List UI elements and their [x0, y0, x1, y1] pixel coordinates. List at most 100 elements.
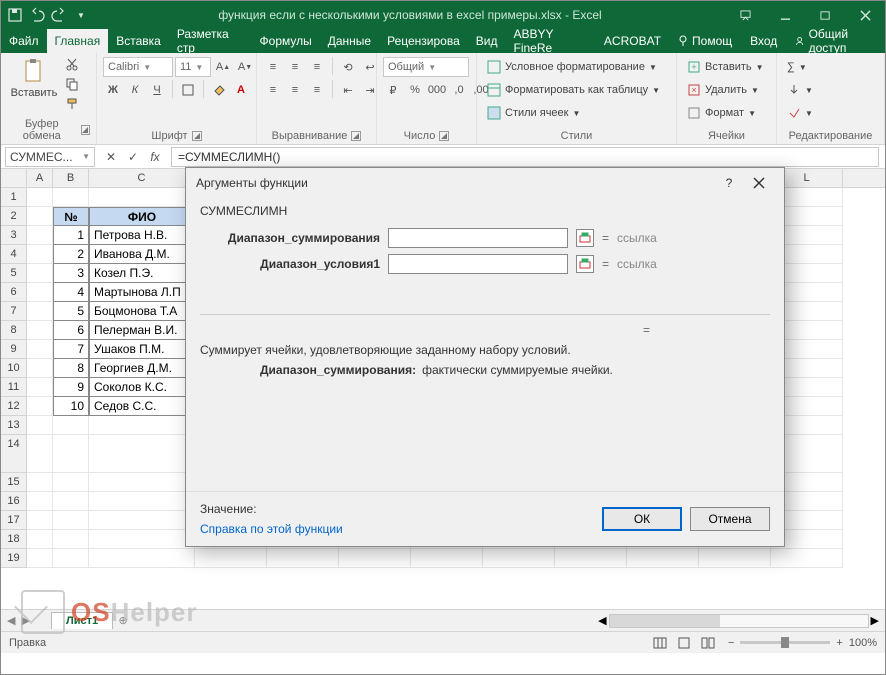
formula-input[interactable]: =СУММЕСЛИМН(): [171, 147, 879, 167]
cut-icon[interactable]: [65, 57, 79, 74]
dialog-cancel-button[interactable]: Отмена: [690, 507, 770, 531]
grow-font-icon[interactable]: A▲: [213, 57, 233, 77]
row-header[interactable]: 11: [1, 378, 27, 397]
tab-review[interactable]: Рецензирова: [379, 29, 468, 53]
font-dialog-icon[interactable]: [192, 131, 202, 141]
save-icon[interactable]: [7, 7, 23, 23]
zoom-out-icon[interactable]: −: [728, 637, 734, 649]
accept-formula-icon[interactable]: ✓: [123, 147, 143, 167]
row-header[interactable]: 5: [1, 264, 27, 283]
align-center-icon[interactable]: ≡: [285, 80, 305, 100]
sheet-next-icon[interactable]: ▶: [21, 614, 29, 627]
table-cell-name[interactable]: Петрова Н.В.: [89, 226, 195, 245]
table-cell-name[interactable]: Седов С.С.: [89, 397, 195, 416]
tab-acrobat[interactable]: ACROBAT: [596, 29, 669, 53]
table-cell-num[interactable]: 5: [53, 302, 89, 321]
align-middle-icon[interactable]: ≡: [285, 57, 305, 77]
tab-file[interactable]: Файл: [1, 29, 47, 53]
view-layout-icon[interactable]: [674, 635, 694, 651]
cell-styles-button[interactable]: Стили ячеек ▼: [487, 103, 660, 123]
row-header[interactable]: 2: [1, 207, 27, 226]
dialog-help-icon[interactable]: ?: [714, 168, 744, 198]
fx-icon[interactable]: fx: [145, 147, 165, 167]
name-box[interactable]: СУММЕС...▼: [5, 147, 95, 167]
minimize-icon[interactable]: [765, 1, 805, 29]
dialog-help-link[interactable]: Справка по этой функции: [200, 522, 343, 536]
table-cell-name[interactable]: Боцмонова Т.А: [89, 302, 195, 321]
bold-button[interactable]: Ж: [103, 80, 123, 100]
dec-inc-icon[interactable]: ,0: [449, 80, 469, 100]
delete-cells-button[interactable]: ×Удалить ▼: [687, 80, 764, 100]
hscrollbar[interactable]: [609, 614, 869, 628]
maximize-icon[interactable]: [805, 1, 845, 29]
select-all-corner[interactable]: [1, 169, 27, 187]
border-icon[interactable]: [178, 80, 198, 100]
redo-icon[interactable]: [51, 7, 67, 23]
table-cell-num[interactable]: 2: [53, 245, 89, 264]
table-cell-name[interactable]: Ушаков П.М.: [89, 340, 195, 359]
arg1-input[interactable]: [388, 228, 568, 248]
tab-view[interactable]: Вид: [468, 29, 506, 53]
table-cell-name[interactable]: Пелерман В.И.: [89, 321, 195, 340]
font-name-combo[interactable]: Calibri▼: [103, 57, 173, 77]
share-button[interactable]: Общий доступ: [787, 29, 879, 53]
col-header[interactable]: B: [53, 169, 89, 187]
table-cell-name[interactable]: Иванова Д.М.: [89, 245, 195, 264]
table-cell-name[interactable]: Мартынова Л.П: [89, 283, 195, 302]
sheet-tab[interactable]: Лист1: [51, 612, 113, 629]
fill-button[interactable]: ▼: [787, 80, 813, 100]
row-header[interactable]: 10: [1, 359, 27, 378]
row-header[interactable]: 16: [1, 492, 27, 511]
undo-icon[interactable]: [29, 7, 45, 23]
dialog-close-icon[interactable]: [744, 168, 774, 198]
row-header[interactable]: 12: [1, 397, 27, 416]
paste-button[interactable]: Вставить: [7, 57, 61, 99]
sheet-prev-icon[interactable]: ◀: [7, 614, 15, 627]
zoom-slider[interactable]: [740, 641, 830, 644]
tab-abbyy[interactable]: ABBYY FineRe: [505, 29, 595, 53]
row-header[interactable]: 15: [1, 473, 27, 492]
row-header[interactable]: 1: [1, 188, 27, 207]
conditional-format-button[interactable]: Условное форматирование ▼: [487, 57, 660, 77]
tab-home[interactable]: Главная: [47, 29, 109, 53]
col-header[interactable]: A: [27, 169, 53, 187]
shrink-font-icon[interactable]: A▼: [235, 57, 255, 77]
hscroll-left-icon[interactable]: ◀: [598, 614, 606, 627]
table-cell-num[interactable]: 7: [53, 340, 89, 359]
comma-icon[interactable]: 000: [427, 80, 447, 100]
col-header[interactable]: C: [89, 169, 195, 187]
row-header[interactable]: 8: [1, 321, 27, 340]
add-sheet-icon[interactable]: ⊕: [113, 614, 133, 627]
format-table-button[interactable]: Форматировать как таблицу ▼: [487, 80, 660, 100]
table-cell-num[interactable]: 8: [53, 359, 89, 378]
font-color-icon[interactable]: A: [231, 80, 251, 100]
tab-insert[interactable]: Вставка: [108, 29, 169, 53]
number-format-combo[interactable]: Общий▼: [383, 57, 469, 77]
italic-button[interactable]: К: [125, 80, 145, 100]
arg1-ref-icon[interactable]: [576, 229, 594, 247]
ribbon-options-icon[interactable]: [725, 1, 765, 29]
row-header[interactable]: 13: [1, 416, 27, 435]
table-cell-num[interactable]: 4: [53, 283, 89, 302]
orientation-icon[interactable]: ⟲: [338, 57, 358, 77]
table-header-fio[interactable]: ФИО: [89, 207, 195, 226]
align-bottom-icon[interactable]: ≡: [307, 57, 327, 77]
row-header[interactable]: 18: [1, 530, 27, 549]
table-cell-name[interactable]: Георгиев Д.М.: [89, 359, 195, 378]
tab-data[interactable]: Данные: [320, 29, 379, 53]
underline-button[interactable]: Ч: [147, 80, 167, 100]
table-header-num[interactable]: №: [53, 207, 89, 226]
qat-customize-icon[interactable]: ▼: [73, 7, 89, 23]
table-cell-num[interactable]: 9: [53, 378, 89, 397]
row-header[interactable]: 19: [1, 549, 27, 568]
format-cells-button[interactable]: Формат ▼: [687, 103, 764, 123]
row-header[interactable]: 6: [1, 283, 27, 302]
zoom-level[interactable]: 100%: [849, 637, 877, 649]
table-cell-name[interactable]: Соколов К.С.: [89, 378, 195, 397]
row-header[interactable]: 3: [1, 226, 27, 245]
autosum-button[interactable]: ∑ ▼: [787, 57, 813, 77]
sign-in[interactable]: Вход: [742, 29, 785, 53]
row-header[interactable]: 17: [1, 511, 27, 530]
currency-icon[interactable]: ₽: [383, 80, 403, 100]
hscroll-right-icon[interactable]: ▶: [871, 614, 879, 627]
